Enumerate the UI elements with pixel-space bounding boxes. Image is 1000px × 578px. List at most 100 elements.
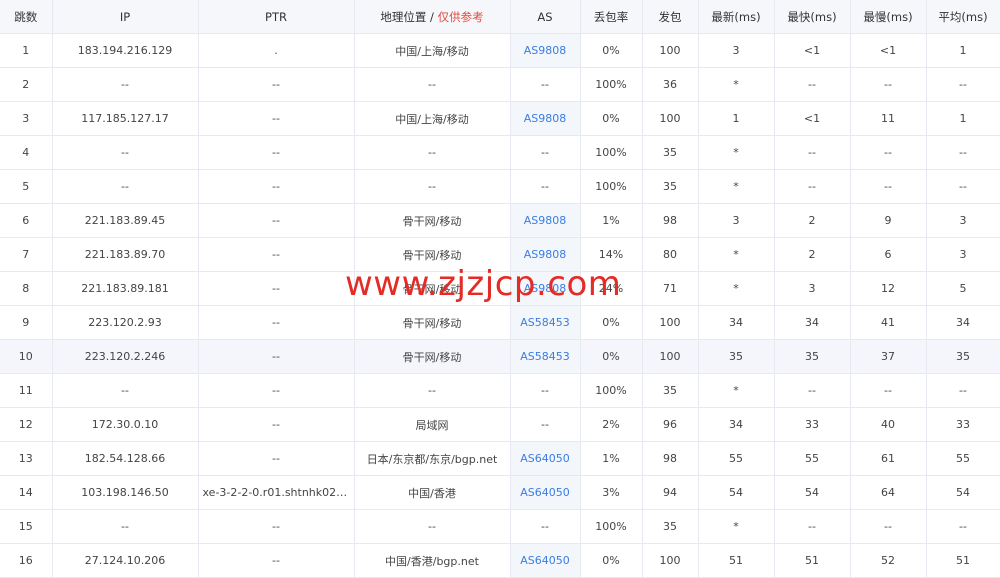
cell-best: 2 xyxy=(774,237,851,272)
cell-ptr: -- xyxy=(198,339,355,374)
cell-sent: 36 xyxy=(642,67,699,102)
cell-avg: 1 xyxy=(926,33,1000,68)
as-link[interactable]: AS9808 xyxy=(524,282,567,295)
as-link[interactable]: AS64050 xyxy=(520,486,570,499)
cell-avg: 35 xyxy=(926,339,1000,374)
cell-hop: 13 xyxy=(0,441,53,476)
cell-ip: 221.183.89.181 xyxy=(52,271,199,306)
table-row: 10 223.120.2.246 -- 骨干网/移动 AS58453 0% 100 35 35 3… xyxy=(0,339,1000,374)
cell-geo: 中国/上海/移动 xyxy=(354,33,511,68)
cell-worst: 9 xyxy=(850,203,927,238)
cell-hop: 11 xyxy=(0,373,53,408)
cell-sent: 98 xyxy=(642,203,699,238)
cell-best: 54 xyxy=(774,475,851,510)
cell-ip: 221.183.89.45 xyxy=(52,203,199,238)
header-last: 最新(ms) xyxy=(698,0,775,34)
cell-geo: 骨干网/移动 xyxy=(354,339,511,374)
as-link[interactable]: AS9808 xyxy=(524,44,567,57)
cell-best: <1 xyxy=(774,33,851,68)
header-ip: IP xyxy=(52,0,199,34)
as-link[interactable]: AS9808 xyxy=(524,112,567,125)
cell-best: -- xyxy=(774,67,851,102)
cell-ptr: -- xyxy=(198,441,355,476)
header-ptr: PTR xyxy=(198,0,355,34)
cell-geo: 日本/东京都/东京/bgp.net xyxy=(354,441,511,476)
cell-ptr: -- xyxy=(198,67,355,102)
cell-avg: -- xyxy=(926,67,1000,102)
cell-last: * xyxy=(698,271,775,306)
as-link[interactable]: AS9808 xyxy=(524,248,567,261)
cell-geo: 骨干网/移动 xyxy=(354,305,511,340)
cell-hop: 5 xyxy=(0,169,53,204)
cell-sent: 94 xyxy=(642,475,699,510)
cell-loss: 1% xyxy=(580,441,643,476)
as-link[interactable]: AS9808 xyxy=(524,214,567,227)
cell-ptr: -- xyxy=(198,509,355,544)
cell-worst: -- xyxy=(850,169,927,204)
table-row: 3 117.185.127.17 -- 中国/上海/移动 AS9808 0% 100 1 <1 1… xyxy=(0,101,1000,136)
as-link[interactable]: AS58453 xyxy=(520,350,570,363)
cell-last: * xyxy=(698,169,775,204)
cell-last: 3 xyxy=(698,203,775,238)
header-sent: 发包 xyxy=(642,0,699,34)
cell-hop: 16 xyxy=(0,543,53,578)
cell-best: 51 xyxy=(774,543,851,578)
cell-ptr: -- xyxy=(198,237,355,272)
header-loss: 丢包率 xyxy=(580,0,643,34)
cell-as: AS58453 xyxy=(510,305,581,340)
cell-loss: 100% xyxy=(580,67,643,102)
cell-geo: 中国/香港 xyxy=(354,475,511,510)
as-link[interactable]: AS58453 xyxy=(520,316,570,329)
cell-ptr: -- xyxy=(198,101,355,136)
cell-hop: 9 xyxy=(0,305,53,340)
cell-geo: -- xyxy=(354,135,511,170)
cell-as: -- xyxy=(510,509,581,544)
cell-ip: 117.185.127.17 xyxy=(52,101,199,136)
cell-hop: 10 xyxy=(0,339,53,374)
cell-sent: 100 xyxy=(642,33,699,68)
cell-best: -- xyxy=(774,373,851,408)
cell-best: -- xyxy=(774,169,851,204)
cell-avg: 34 xyxy=(926,305,1000,340)
header-avg: 平均(ms) xyxy=(926,0,1000,34)
cell-loss: 0% xyxy=(580,339,643,374)
cell-geo: -- xyxy=(354,169,511,204)
cell-geo: 骨干网/移动 xyxy=(354,203,511,238)
cell-last: 34 xyxy=(698,407,775,442)
cell-loss: 100% xyxy=(580,135,643,170)
cell-as: AS64050 xyxy=(510,441,581,476)
cell-loss: 100% xyxy=(580,373,643,408)
cell-as: AS64050 xyxy=(510,543,581,578)
cell-ip: 223.120.2.246 xyxy=(52,339,199,374)
cell-best: 34 xyxy=(774,305,851,340)
as-link[interactable]: AS64050 xyxy=(520,554,570,567)
cell-avg: -- xyxy=(926,135,1000,170)
cell-worst: 52 xyxy=(850,543,927,578)
cell-avg: 1 xyxy=(926,101,1000,136)
table-row: 4 -- -- -- -- 100% 35 * -- -- -- xyxy=(0,135,1000,170)
cell-worst: 40 xyxy=(850,407,927,442)
cell-hop: 8 xyxy=(0,271,53,306)
cell-avg: 3 xyxy=(926,237,1000,272)
cell-worst: 6 xyxy=(850,237,927,272)
cell-worst: 41 xyxy=(850,305,927,340)
cell-loss: 100% xyxy=(580,509,643,544)
header-best: 最快(ms) xyxy=(774,0,851,34)
cell-last: * xyxy=(698,135,775,170)
header-hop: 跳数 xyxy=(0,0,53,34)
cell-avg: -- xyxy=(926,373,1000,408)
cell-last: 35 xyxy=(698,339,775,374)
cell-hop: 4 xyxy=(0,135,53,170)
cell-ip: 182.54.128.66 xyxy=(52,441,199,476)
header-geo-label: 地理位置 / xyxy=(380,9,438,24)
cell-sent: 35 xyxy=(642,169,699,204)
as-link[interactable]: AS64050 xyxy=(520,452,570,465)
cell-hop: 7 xyxy=(0,237,53,272)
cell-ptr: -- xyxy=(198,373,355,408)
cell-last: 54 xyxy=(698,475,775,510)
cell-best: 35 xyxy=(774,339,851,374)
cell-worst: -- xyxy=(850,509,927,544)
cell-hop: 6 xyxy=(0,203,53,238)
header-geo: 地理位置 / 仅供参考 xyxy=(354,0,511,34)
cell-as: AS9808 xyxy=(510,271,581,306)
